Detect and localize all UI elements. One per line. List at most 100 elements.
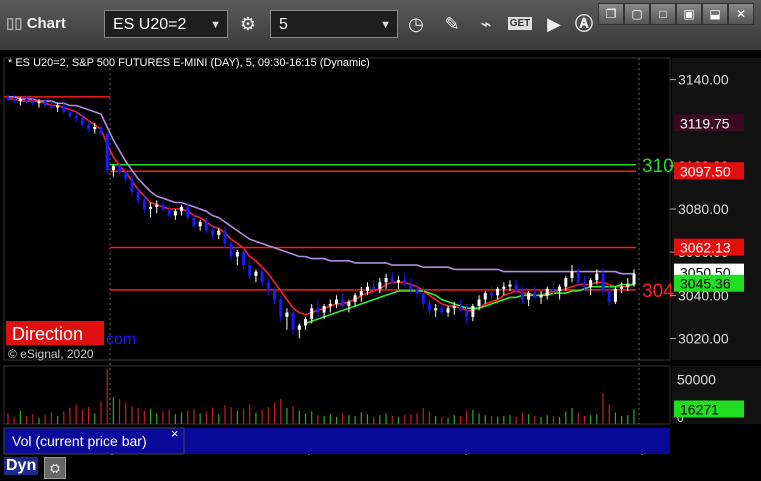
candle-body (192, 217, 196, 227)
direction-label: Direction (12, 324, 83, 344)
candle-body (396, 280, 400, 283)
candle-body (372, 286, 376, 289)
candle-body (74, 116, 78, 119)
candle-body (403, 280, 407, 285)
interval-select[interactable]: 5 ▼ (270, 10, 398, 38)
candle-body (242, 252, 246, 266)
candle-body (483, 293, 487, 300)
candle-body (415, 288, 419, 294)
candle-body (384, 278, 388, 283)
restore-button[interactable]: ❐ (598, 3, 624, 25)
candle-body (316, 308, 320, 313)
clock-icon[interactable]: ◷ (402, 10, 430, 38)
price-pane (3, 57, 671, 361)
candle-body (304, 319, 308, 326)
alert-icon[interactable]: Ⓐ (570, 10, 598, 38)
price-tag: 3097.50 (674, 162, 744, 180)
chart-canvas[interactable]: * ES U20=2, S&P 500 FUTURES E-MINI (DAY)… (0, 50, 761, 481)
tile-button[interactable]: ▣ (676, 3, 702, 25)
get-icon[interactable]: GET (506, 10, 534, 38)
candle-body (508, 284, 512, 287)
candle-body (446, 308, 450, 313)
dyn-label[interactable]: Dyn (4, 457, 39, 475)
candle-body (118, 165, 122, 173)
candle (613, 286, 617, 304)
candle-body (266, 282, 270, 291)
candle-body (18, 98, 22, 102)
candle-body (378, 282, 382, 289)
candle-body (173, 211, 177, 216)
candle-body (186, 206, 190, 218)
candle-body (161, 204, 165, 209)
volume-legend-strip (184, 428, 670, 454)
candle-body (25, 98, 29, 102)
candle-body (130, 178, 134, 192)
candle-body (93, 127, 97, 130)
candle-body (124, 172, 128, 179)
candle-body (632, 273, 636, 285)
statusbar (0, 455, 761, 481)
candle-body (49, 105, 53, 108)
candle-body (12, 98, 16, 102)
play-icon[interactable]: ▶ (540, 10, 568, 38)
candle-body (390, 278, 394, 283)
watermark-text: com (106, 331, 136, 348)
price-tag-label: 3119.75 (680, 115, 730, 131)
interval-value: 5 (279, 16, 288, 33)
candle-body (496, 288, 500, 296)
study-icon[interactable]: ⌁ (472, 10, 500, 38)
candle-body (533, 293, 537, 298)
candle-body (149, 206, 153, 209)
maximize-button[interactable]: □ (650, 3, 676, 25)
dropdown-arrow-icon: ▼ (210, 19, 221, 31)
candle-body (458, 306, 462, 311)
candle-body (80, 118, 84, 125)
candle-body (310, 308, 314, 320)
level-label: 310 (642, 156, 674, 177)
candle-body (105, 133, 109, 171)
candle-body (527, 293, 531, 300)
float-button[interactable]: ⬓ (702, 3, 728, 25)
candle-body (353, 295, 357, 302)
candle-body (248, 265, 252, 276)
close-icon: × (171, 426, 179, 441)
gear-icon[interactable]: ⚙ (234, 10, 262, 38)
candle-body (471, 306, 475, 317)
candle-body (334, 299, 338, 304)
price-tag: 3062.13 (674, 238, 744, 256)
candle-body (607, 290, 611, 302)
candle-body (273, 290, 277, 300)
chart-title: ▯▯ Chart (6, 15, 66, 32)
candle-body (545, 288, 549, 296)
candle-body (142, 200, 146, 209)
chart-header: * ES U20=2, S&P 500 FUTURES E-MINI (DAY)… (8, 57, 370, 69)
candle-body (570, 271, 574, 279)
symbol-select[interactable]: ES U20=2 ▼ (104, 10, 228, 38)
candle-body (260, 271, 264, 283)
candle-body (155, 204, 159, 207)
pencil-icon[interactable]: ✎ (438, 10, 466, 38)
candle-body (167, 209, 171, 216)
candle-body (421, 293, 425, 304)
candle-body (365, 286, 369, 291)
candle-body (43, 101, 47, 106)
candle-body (520, 290, 524, 300)
volume-tag-label: 16271 (680, 401, 719, 417)
candle-body (229, 243, 233, 257)
candle-body (434, 308, 438, 311)
candle-body (297, 325, 301, 330)
minimize-button[interactable]: ▢ (624, 3, 650, 25)
candle-body (211, 230, 215, 235)
lock-icon[interactable]: ⛭ (44, 457, 66, 479)
close-button[interactable]: ✕ (728, 3, 754, 25)
candle-body (582, 282, 586, 287)
candle-body (56, 105, 60, 108)
candle-body (68, 111, 72, 117)
candle-body (99, 127, 103, 134)
chart-grip-icon: ▯▯ (6, 15, 23, 32)
candle-body (291, 312, 295, 330)
candle-body (285, 312, 289, 317)
candle-body (551, 288, 555, 291)
candle-body (217, 230, 221, 235)
candle-body (576, 271, 580, 283)
